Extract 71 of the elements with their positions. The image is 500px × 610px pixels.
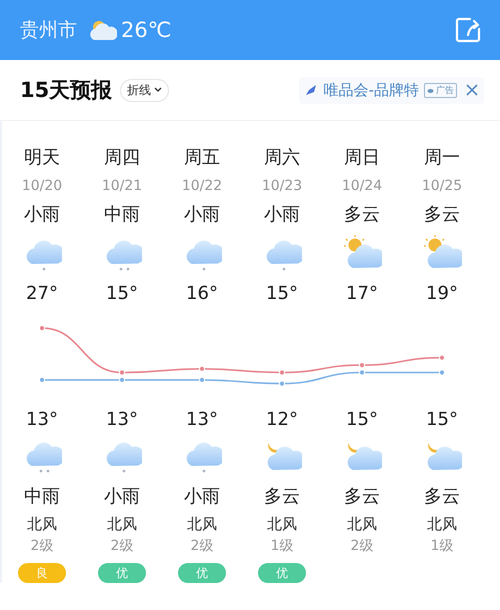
cloud-icon	[427, 88, 434, 92]
ad-label: 广告	[424, 82, 457, 98]
ad-text: 唯品会-品牌特	[324, 80, 419, 100]
wind-direction: 北风	[427, 514, 457, 535]
day-name: 明天	[24, 146, 60, 170]
wind-level: 1级	[430, 537, 454, 556]
wind-level: 2级	[110, 537, 134, 556]
data-point	[38, 325, 46, 332]
weather-text: 多云	[264, 485, 300, 509]
data-point	[438, 354, 446, 361]
low-temperature: 13°	[26, 409, 58, 430]
air-quality-badge: 优	[258, 563, 306, 583]
current-temperature: 26℃	[121, 18, 172, 42]
high-temperature: 15°	[106, 283, 138, 304]
wind-level: 2级	[190, 537, 214, 556]
weather-text: 小雨	[184, 485, 220, 509]
weather-text: 小雨	[24, 203, 60, 227]
wind-level: 2级	[30, 537, 54, 556]
wind-direction: 北风	[267, 514, 297, 535]
date-label: 10/20	[22, 177, 62, 196]
day-name: 周六	[264, 146, 300, 170]
day-name: 周日	[344, 146, 380, 170]
high-temperature: 19°	[426, 283, 458, 304]
data-point	[278, 369, 286, 376]
day-name: 周四	[104, 146, 140, 170]
section-title: 15天预报	[20, 77, 112, 104]
data-point	[438, 369, 446, 376]
high-temperature: 16°	[186, 283, 218, 304]
weather-text: 小雨	[264, 203, 300, 227]
wind-direction: 北风	[107, 514, 137, 535]
low-temperature: 15°	[426, 409, 458, 430]
weather-text: 多云	[344, 485, 380, 509]
high-temperature: 27°	[26, 283, 58, 304]
weather-text: 中雨	[104, 203, 140, 227]
date-label: 10/25	[422, 177, 462, 196]
weather-text: 多云	[424, 203, 460, 227]
data-point	[278, 380, 286, 387]
date-label: 10/24	[342, 177, 382, 196]
ad-banner[interactable]: 唯品会-品牌特 广告	[298, 76, 484, 104]
weather-text: 中雨	[24, 485, 60, 509]
air-quality-badge: 优	[178, 563, 226, 583]
city-name[interactable]: 贵州市	[20, 17, 77, 43]
wind-direction: 北风	[347, 514, 377, 535]
data-point	[38, 376, 46, 383]
day-name: 周五	[184, 146, 220, 170]
close-icon[interactable]	[466, 84, 478, 96]
date-label: 10/22	[182, 177, 222, 196]
air-quality-badge: 良	[18, 563, 66, 583]
low-temperature: 15°	[346, 409, 378, 430]
wind-direction: 北风	[187, 514, 217, 535]
weather-text: 小雨	[104, 485, 140, 509]
high-temperature: 17°	[346, 283, 378, 304]
view-dropdown[interactable]: 折线	[120, 78, 170, 102]
data-point	[198, 376, 206, 383]
data-point	[198, 366, 206, 372]
low-temperature: 13°	[106, 409, 138, 430]
weather-text: 小雨	[184, 203, 220, 227]
day-name: 周一	[424, 146, 460, 170]
share-icon[interactable]	[454, 16, 482, 44]
caret-icon	[154, 87, 162, 93]
air-quality-badge: 优	[98, 563, 146, 583]
wind-level: 1级	[270, 537, 294, 556]
high-temperature: 15°	[266, 283, 298, 304]
date-label: 10/21	[102, 177, 142, 196]
low-temperature: 13°	[186, 409, 218, 430]
wind-level: 2级	[350, 537, 374, 556]
date-label: 10/23	[262, 177, 302, 196]
wind-direction: 北风	[27, 514, 57, 535]
weather-text: 多云	[424, 485, 460, 509]
weather-text: 多云	[344, 203, 380, 227]
low-temperature: 12°	[266, 409, 298, 430]
